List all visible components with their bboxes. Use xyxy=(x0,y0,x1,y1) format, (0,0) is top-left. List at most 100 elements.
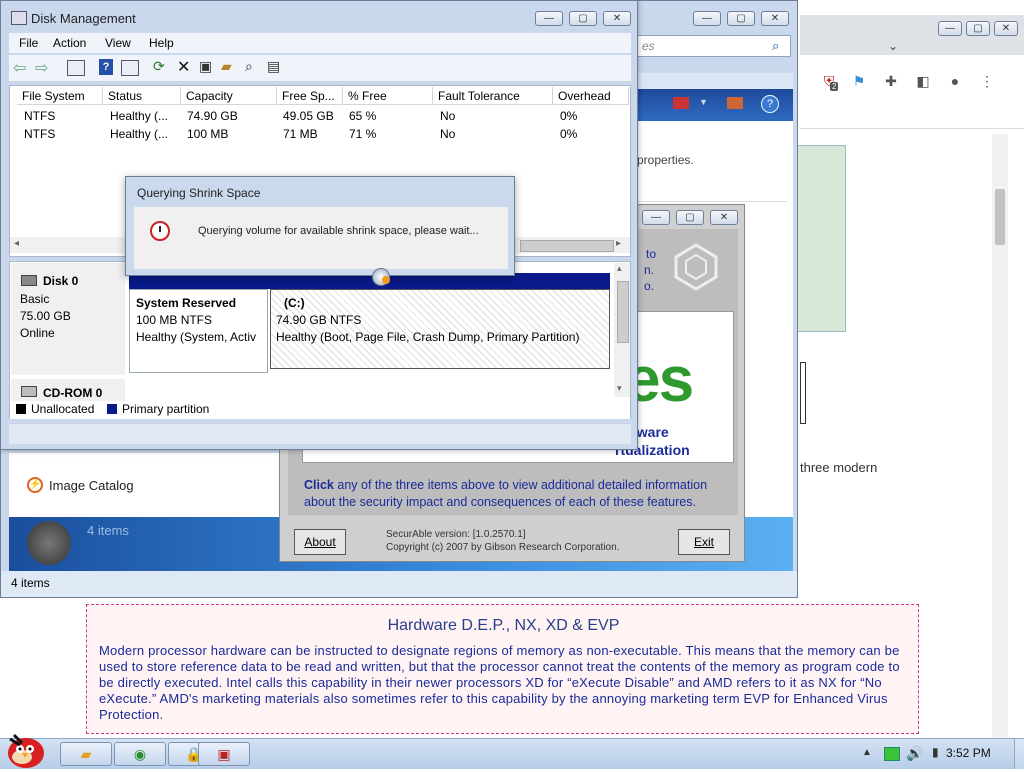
shrink-query-dialog: Querying Shrink Space Querying volume fo… xyxy=(125,176,515,276)
partial-link-1[interactable]: to xyxy=(646,247,656,261)
column-free-space[interactable]: Free Sp... xyxy=(277,87,343,105)
flag-icon[interactable]: ⚑ xyxy=(850,72,868,90)
scrollbar-thumb[interactable] xyxy=(995,189,1005,245)
search-icon[interactable]: ⌕ xyxy=(772,38,779,54)
window-title: Disk Management xyxy=(31,11,136,26)
menu-icon[interactable]: ⋮ xyxy=(978,72,996,90)
refresh-icon[interactable]: ⟳ xyxy=(153,58,165,75)
scroll-right-icon[interactable]: ▸ xyxy=(616,238,621,249)
settings-icon[interactable]: ▤ xyxy=(267,58,280,75)
tray-expand-icon[interactable]: ▲ xyxy=(862,747,872,758)
close-button[interactable]: ✕ xyxy=(710,210,738,225)
menu-file[interactable]: File xyxy=(19,36,38,50)
check-icon[interactable]: ▣ xyxy=(199,58,212,75)
scroll-left-icon[interactable]: ◂ xyxy=(14,238,19,249)
volume-icon[interactable]: 🔊 xyxy=(906,745,923,762)
show-desktop-button[interactable] xyxy=(1014,739,1024,769)
partition-size: 74.90 GB NTFS xyxy=(276,313,362,327)
chevron-down-icon[interactable]: ▼ xyxy=(699,97,708,107)
minimize-button[interactable]: — xyxy=(535,11,563,26)
cell-fault-tolerance: No xyxy=(440,109,456,123)
properties-icon[interactable] xyxy=(121,60,139,76)
about-button[interactable]: About xyxy=(294,529,346,555)
menu-bar: File Action View Help xyxy=(9,33,631,53)
column-fault-tolerance[interactable]: Fault Tolerance xyxy=(433,87,553,105)
close-button[interactable]: ✕ xyxy=(994,21,1018,36)
column-percent-free[interactable]: % Free xyxy=(343,87,433,105)
delete-icon[interactable]: ✕ xyxy=(177,57,190,77)
clock-icon xyxy=(150,221,170,241)
partial-link-2[interactable]: n. xyxy=(644,263,654,277)
disk0-info[interactable]: Disk 0 Basic 75.00 GB Online xyxy=(11,263,125,375)
cdrom-name: CD-ROM 0 xyxy=(43,386,103,400)
taskbar-chrome-button[interactable]: ◉ xyxy=(114,742,166,766)
menu-view[interactable]: View xyxy=(105,36,131,50)
cdrom-info[interactable]: CD-ROM 0 xyxy=(11,379,125,401)
minimize-button[interactable]: — xyxy=(642,210,670,225)
scroll-up-icon[interactable]: ▴ xyxy=(617,263,622,274)
scrollbar-thumb[interactable] xyxy=(617,281,629,343)
taskbar-explorer-button[interactable]: ▰ xyxy=(60,742,112,766)
sidebar-icon[interactable]: ◧ xyxy=(914,72,932,90)
minimize-button[interactable]: — xyxy=(693,11,721,26)
search-icon[interactable]: ⌕ xyxy=(245,58,253,75)
cell-free-space: 71 MB xyxy=(283,127,318,141)
maximize-button[interactable]: ▢ xyxy=(966,21,990,36)
vertical-scrollbar[interactable]: ▴ ▾ xyxy=(614,263,630,397)
maximize-button[interactable]: ▢ xyxy=(676,210,704,225)
exit-button[interactable]: Exit xyxy=(678,529,730,555)
status-bar xyxy=(9,423,631,444)
clock-text[interactable]: 3:52 PM xyxy=(946,746,991,760)
start-button[interactable] xyxy=(2,731,48,769)
click-word: Click xyxy=(304,478,334,492)
disk-app-icon xyxy=(11,11,27,25)
browser-toolbar: ⛨ 2 ⚑ ✚ ◧ ● ⋮ xyxy=(800,70,1024,129)
scrollbar-thumb[interactable] xyxy=(520,240,614,252)
column-status[interactable]: Status xyxy=(103,87,181,105)
catalog-icon: ⚡ xyxy=(27,477,43,493)
badge-count: 2 xyxy=(830,82,839,91)
partition-c-drive[interactable]: (C:) 74.90 GB NTFS Healthy (Boot, Page F… xyxy=(270,289,610,369)
legend-unallocated: Unallocated xyxy=(31,402,95,416)
explorer-command-bar: ▼ ? xyxy=(637,89,793,121)
back-icon[interactable]: ⇦ xyxy=(13,58,26,78)
legend: Unallocated Primary partition xyxy=(10,401,630,419)
column-capacity[interactable]: Capacity xyxy=(181,87,277,105)
puzzle-icon[interactable]: ✚ xyxy=(882,72,900,90)
open-folder-icon[interactable]: ▰ xyxy=(221,58,232,75)
taskbar-diskmgmt-button[interactable]: ▣ xyxy=(198,742,250,766)
network-icon[interactable] xyxy=(884,747,900,761)
disk-name: Disk 0 xyxy=(43,274,79,288)
column-overhead[interactable]: Overhead xyxy=(553,87,629,105)
sidebar-item-image-catalog[interactable]: ⚡ Image Catalog xyxy=(27,477,134,493)
maximize-button[interactable]: ▢ xyxy=(727,11,755,26)
search-input[interactable]: es ⌕ xyxy=(637,35,791,57)
flag-icon[interactable] xyxy=(673,97,689,109)
forward-icon[interactable]: ⇨ xyxy=(35,58,48,78)
page-text-fragment: three modern xyxy=(800,460,878,475)
help-icon[interactable]: ? xyxy=(99,59,113,75)
minimize-button[interactable]: — xyxy=(938,21,962,36)
console-tree-icon[interactable] xyxy=(67,60,85,76)
menu-help[interactable]: Help xyxy=(149,36,174,50)
page-scrollbar[interactable] xyxy=(992,134,1008,740)
explorer-status-bar: 4 items xyxy=(1,571,797,597)
maximize-button[interactable]: ▢ xyxy=(569,11,597,26)
partial-link-3[interactable]: o. xyxy=(644,279,654,293)
partition-status: Healthy (System, Activ xyxy=(136,330,257,344)
folder-icon[interactable] xyxy=(727,97,743,109)
column-file-system[interactable]: File System xyxy=(17,87,103,105)
profile-icon[interactable]: ● xyxy=(946,72,964,90)
unallocated-swatch xyxy=(16,404,26,414)
partition-size: 100 MB NTFS xyxy=(136,313,213,327)
cell-fault-tolerance: No xyxy=(440,127,456,141)
sidebar-item-label: Image Catalog xyxy=(49,477,134,493)
partition-system-reserved[interactable]: System Reserved 100 MB NTFS Healthy (Sys… xyxy=(129,289,268,373)
menu-action[interactable]: Action xyxy=(53,36,86,50)
help-icon[interactable]: ? xyxy=(761,95,779,113)
clock-icon: ▮ xyxy=(932,745,939,759)
close-button[interactable]: ✕ xyxy=(761,11,789,26)
close-button[interactable]: ✕ xyxy=(603,11,631,26)
tab-dropdown-icon[interactable]: ⌄ xyxy=(888,39,898,53)
scroll-down-icon[interactable]: ▾ xyxy=(617,383,622,394)
